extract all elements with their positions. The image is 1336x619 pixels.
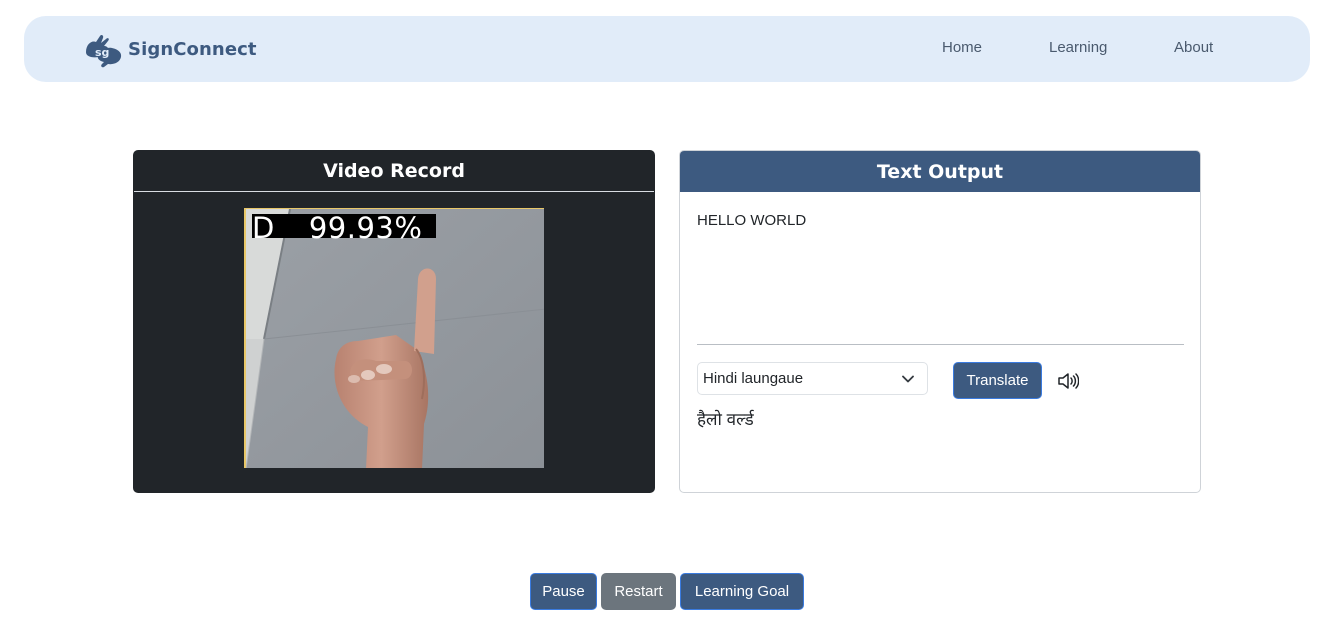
divider (697, 344, 1184, 345)
nav-link-home[interactable]: Home (942, 39, 982, 56)
restart-button[interactable]: Restart (601, 573, 676, 610)
language-select[interactable]: Hindi laungaue (697, 362, 928, 395)
prediction-overlay: D 99.93% (252, 211, 436, 245)
language-select-value: Hindi laungaue (703, 370, 804, 387)
prediction-letter: D (252, 211, 275, 245)
camera-feed-image (246, 209, 544, 468)
sign-hands-logo-icon: sg (86, 34, 122, 68)
navbar: sg SignConnect Home Learning About (24, 16, 1310, 82)
nav-link-about[interactable]: About (1174, 39, 1213, 56)
camera-feed: D 99.93% (244, 208, 544, 468)
prediction-confidence: 99.93% (308, 211, 423, 245)
chevron-down-icon (902, 375, 914, 383)
nav-link-learning[interactable]: Learning (1049, 39, 1107, 56)
brand-name: SignConnect (128, 38, 257, 60)
pause-button[interactable]: Pause (530, 573, 597, 610)
speaker-icon[interactable] (1057, 371, 1079, 391)
translate-button[interactable]: Translate (953, 362, 1042, 399)
text-output-title: Text Output (680, 151, 1200, 192)
video-record-card: Video Record D 99.93% (133, 150, 655, 493)
text-output-card: Text Output HELLO WORLD Hindi laungaue T… (679, 150, 1201, 493)
recognized-text: HELLO WORLD (697, 212, 807, 229)
brand[interactable]: sg SignConnect (82, 30, 257, 68)
learning-goal-button[interactable]: Learning Goal (680, 573, 804, 610)
svg-text:sg: sg (95, 46, 109, 59)
translated-text: हैलो वर्ल्ड (697, 410, 754, 429)
video-record-title: Video Record (134, 150, 654, 192)
